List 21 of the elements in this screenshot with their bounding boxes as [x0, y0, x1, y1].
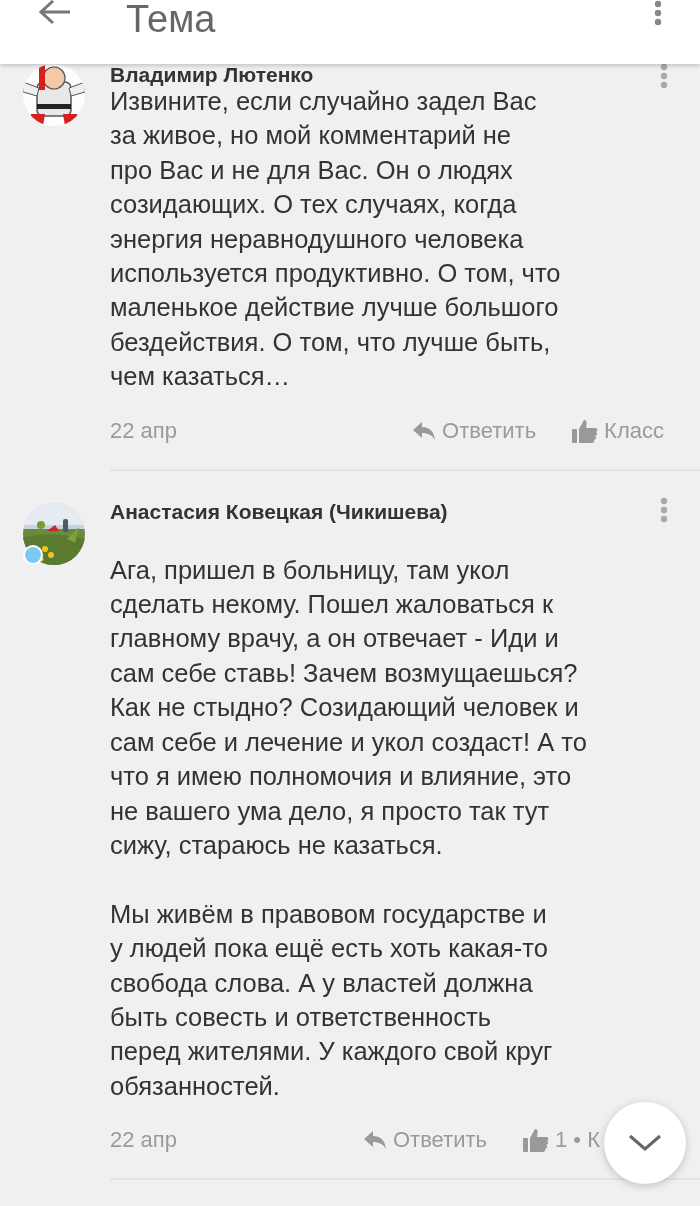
comment-date: 22 апр [110, 1127, 178, 1154]
thumbs-up-icon [523, 1128, 549, 1153]
scroll-down-button[interactable] [604, 1102, 686, 1184]
more-icon[interactable] [654, 0, 662, 26]
more-icon[interactable] [660, 63, 668, 89]
back-icon[interactable] [38, 0, 72, 26]
comment-text: Извините, если случайно задел Вас за живое, но мой комментарий не про Вас и не для Вас. Он о людях созидающих. О тех случаях, когда энергия неравнодушного человека используется продуктивно. О том, что маленькое действие лучше большого бездействия. О том, что лучше быть, чем казаться… [110, 86, 562, 393]
comment-date: 22 апр [110, 417, 178, 444]
author-name: Владимир Лютенко [110, 63, 314, 87]
reply-icon [412, 420, 437, 441]
reply-button[interactable]: Ответить [412, 417, 537, 444]
reply-icon [362, 1130, 387, 1151]
comment-text: Ага, пришел в больницу, там укол сделать некому. Пошел жаловаться к главному врачу, а он отвечает - Иди и сам себе ставь! Зачем возмущаешься? Как не стыдно? Созидающий человек и сам себе и лечение и укол создаст! А то что я имею полномочия и влияние, это не вашего ума дело, я просто так тут сижу, стараюсь не казаться. Мы живём в правовом государстве и у людей пока ещё есть хоть какая-то свобода слова. А у властей должна быть совесть и ответственность перед жителями. У каждого свой круг обязанностей. [110, 554, 588, 1102]
chevron-down-icon [628, 1134, 662, 1152]
reply-button[interactable]: Ответить [362, 1127, 487, 1154]
more-icon[interactable] [660, 496, 668, 523]
like-button[interactable]: 1 • К [523, 1127, 600, 1154]
thumbs-up-icon [572, 418, 599, 443]
author-name: Анастасия Ковецкая (Чикишева) [110, 499, 448, 524]
like-button[interactable]: Класс [572, 417, 664, 444]
page-title: Тема [126, 0, 216, 42]
